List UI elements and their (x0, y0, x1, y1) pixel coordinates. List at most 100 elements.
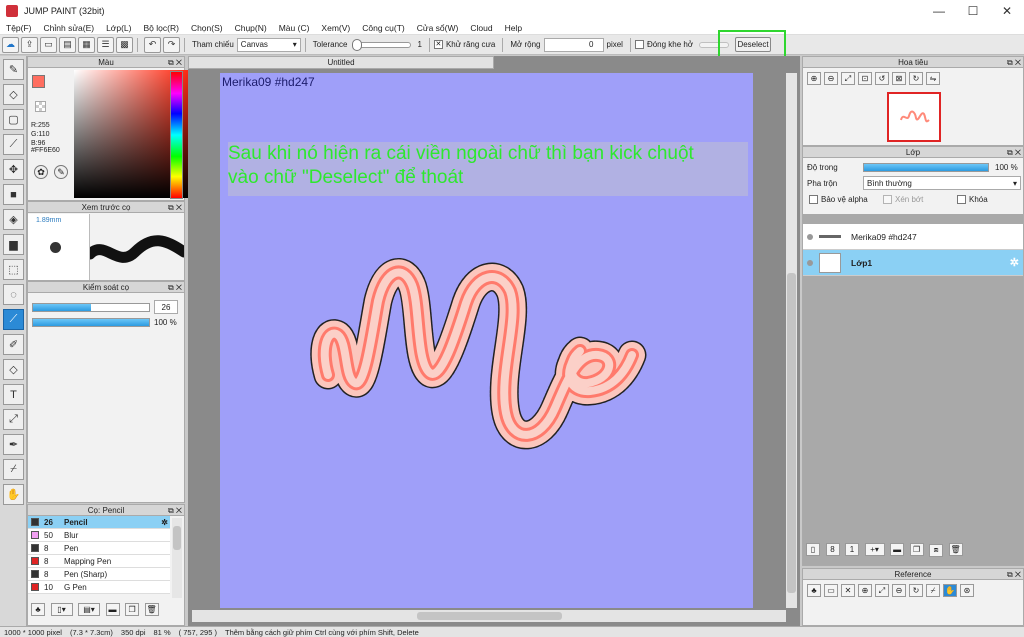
reset-icon[interactable]: ⊛ (960, 584, 974, 597)
layer-blend-select[interactable]: Bình thường ▾ (863, 176, 1021, 190)
antialias-checkbox[interactable]: ✕ (433, 40, 443, 49)
move-tool-icon[interactable]: ✥ (3, 159, 24, 180)
hand-icon[interactable]: ✋ (943, 584, 957, 597)
canvas-horizontal-scrollbar[interactable] (192, 610, 786, 622)
gear-icon[interactable]: ✲ (161, 518, 168, 527)
pen-item[interactable]: 8 Pen (Sharp) (28, 568, 170, 581)
redo-icon[interactable]: ↷ (163, 36, 180, 53)
list-icon[interactable]: ☰ (97, 36, 114, 53)
panel-close-icon[interactable]: ⧉ ✕ (168, 202, 182, 213)
rectangle-tool-icon[interactable]: ▢ (3, 109, 24, 130)
select-rect-tool-icon[interactable]: ⬚ (3, 259, 24, 280)
main-color-swatch[interactable] (32, 75, 45, 88)
target-select[interactable]: Canvas ▾ (236, 37, 301, 52)
menu-help[interactable]: Help (499, 23, 528, 33)
add-layer-menu-icon[interactable]: +▾ (864, 543, 885, 556)
eyedropper-tool-icon[interactable]: ⌿ (3, 459, 24, 480)
grid-icon[interactable]: ▩ (116, 36, 133, 53)
hue-slider[interactable] (170, 71, 183, 199)
expand-input[interactable]: 0 (543, 37, 604, 52)
select-pen-tool-icon[interactable]: ✐ (3, 334, 24, 355)
brush-size-bar[interactable] (32, 302, 150, 312)
folder-icon[interactable]: ▬ (105, 603, 120, 616)
menu-select[interactable]: Chọn(S) (185, 23, 229, 33)
close-button[interactable]: ✕ (990, 0, 1024, 21)
pen-item[interactable]: 8 Mapping Pen (28, 555, 170, 568)
eyedropper-icon[interactable]: ⌿ (926, 584, 940, 597)
rotate-icon[interactable]: ↻ (909, 584, 923, 597)
new-layer-icon[interactable]: ▯ (806, 543, 820, 556)
chat-icon[interactable]: ▭ (40, 36, 57, 53)
lock-checkbox[interactable] (957, 195, 966, 204)
undo-icon[interactable]: ↶ (144, 36, 161, 53)
magic-wand-tool-icon[interactable]: ⟋ (3, 309, 24, 330)
menu-edit[interactable]: Chỉnh sửa(E) (38, 23, 101, 33)
panel-close-icon[interactable]: ⧉ ✕ (168, 57, 182, 68)
pen-list-scrollbar[interactable] (172, 518, 182, 598)
panel-close-icon[interactable]: ⧉ ✕ (168, 282, 182, 293)
actual-size-icon[interactable]: ⊡ (858, 72, 872, 85)
zoom-in-icon[interactable]: ⊕ (858, 584, 872, 597)
trash-icon[interactable]: 🗑 (144, 603, 159, 616)
pen-item[interactable]: 50 Blur (28, 529, 170, 542)
tree-icon[interactable]: ♣ (807, 584, 821, 597)
gear-icon[interactable]: ✲ (1010, 256, 1019, 269)
hand-tool-icon[interactable]: ✋ (3, 484, 24, 505)
panel-close-icon[interactable]: ⧉ ✕ (1007, 147, 1021, 158)
brush-size-input[interactable]: 26 (154, 300, 178, 314)
menu-color[interactable]: Màu (C) (273, 23, 316, 33)
comment-icon[interactable]: ▤ (59, 36, 76, 53)
new-layer-8bit-icon[interactable]: 8 (825, 543, 840, 556)
menu-view[interactable]: Xem(V) (315, 23, 356, 33)
canvas-vertical-scrollbar[interactable] (786, 73, 797, 608)
layer-opacity-bar[interactable] (863, 163, 989, 172)
transform-tool-icon[interactable]: ⤢ (3, 409, 24, 430)
drawing-canvas[interactable]: Merika09 #hd247 Sau khi nó hiện ra cái v… (220, 73, 753, 608)
select-eraser-tool-icon[interactable]: ◇ (3, 359, 24, 380)
fit-icon[interactable]: ⤢ (875, 584, 889, 597)
tree-icon[interactable]: ♣ (31, 603, 45, 616)
document-tab[interactable]: Untitled (188, 56, 494, 69)
sub-color-swatch[interactable] (35, 101, 46, 112)
zoom-out-icon[interactable]: ⊖ (892, 584, 906, 597)
menu-layer[interactable]: Lớp(L) (100, 23, 137, 33)
brush-tool-icon[interactable]: ✎ (3, 59, 24, 80)
eraser-tool-icon[interactable]: ◇ (3, 84, 24, 105)
menu-tools[interactable]: Công cụ(T) (356, 23, 411, 33)
trash-icon[interactable]: 🗑 (948, 543, 963, 556)
share-icon[interactable]: ⇪ (21, 36, 38, 53)
menu-window[interactable]: Cửa sổ(W) (411, 23, 465, 33)
rotate-right-icon[interactable]: ↻ (909, 72, 923, 85)
palette-edit-icon[interactable]: ✎ (54, 165, 68, 179)
menu-file[interactable]: Tệp(F) (0, 23, 38, 33)
layer-row[interactable]: Merika09 #hd247 (803, 224, 1023, 250)
open-folder-icon[interactable]: ▭ (824, 584, 838, 597)
copy-icon[interactable]: ❐ (125, 603, 140, 616)
panel-close-icon[interactable]: ⧉ ✕ (1007, 569, 1021, 580)
visibility-icon[interactable] (807, 259, 813, 266)
new-pen-icon[interactable]: ▯▾ (50, 603, 73, 616)
tolerance-slider[interactable] (352, 38, 412, 51)
zoom-out-icon[interactable]: ⊖ (824, 72, 838, 85)
pen-item[interactable]: 10 G Pen (28, 581, 170, 594)
palette-icon[interactable]: ✿ (34, 165, 48, 179)
pen-tool-icon[interactable]: ✒ (3, 434, 24, 455)
close-icon[interactable]: ✕ (841, 584, 855, 597)
menu-capture[interactable]: Chụp(N) (229, 23, 273, 33)
menu-cloud[interactable]: Cloud (464, 23, 498, 33)
text-tool-icon[interactable]: T (3, 384, 24, 405)
folder-icon[interactable]: ▬ (890, 543, 905, 556)
navigator-thumbnail[interactable] (887, 92, 941, 142)
panel-close-icon[interactable]: ⧉ ✕ (1007, 57, 1021, 68)
panel-close-icon[interactable]: ⧉ ✕ (168, 505, 182, 516)
cloud-icon[interactable]: ☁ (2, 36, 19, 53)
new-layer-1bit-icon[interactable]: 1 (845, 543, 860, 556)
clipping-checkbox[interactable] (883, 195, 892, 204)
brush-opacity-bar[interactable] (32, 317, 150, 327)
maximize-button[interactable]: ☐ (956, 0, 990, 21)
visibility-icon[interactable] (807, 233, 813, 240)
slider-knob[interactable] (352, 38, 363, 51)
document-icon[interactable]: ▦ (78, 36, 95, 53)
fill-rect-tool-icon[interactable]: ■ (3, 184, 24, 205)
fit-icon[interactable]: ⤢ (841, 72, 855, 85)
